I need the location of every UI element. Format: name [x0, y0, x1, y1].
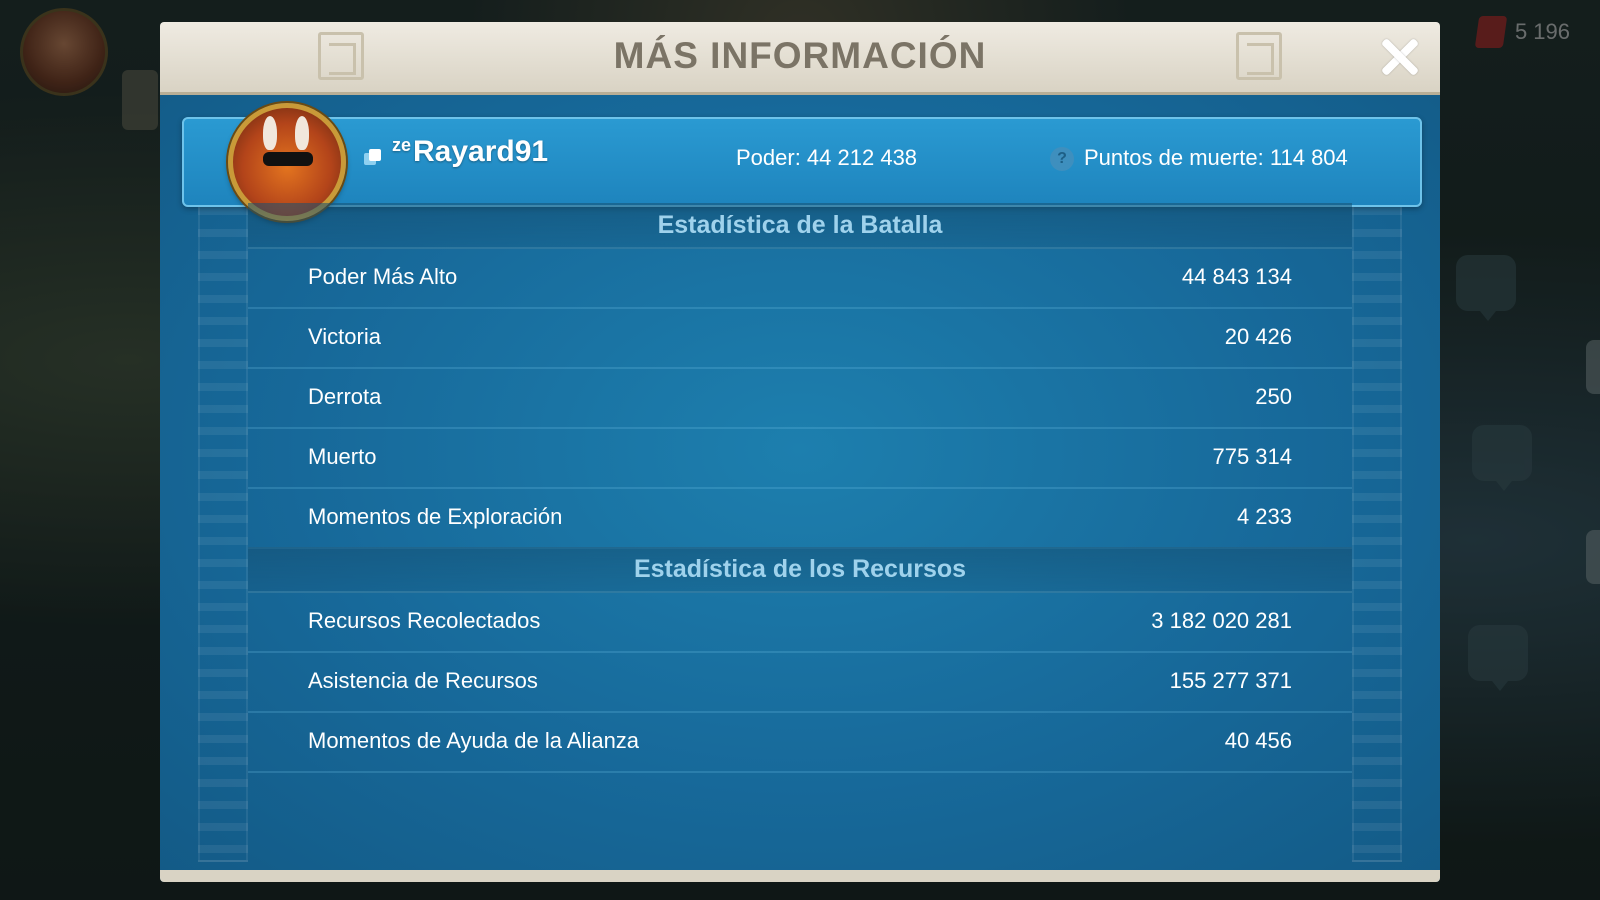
- resource-stats-header: Estadística de los Recursos: [248, 547, 1352, 593]
- player-name: zeRayard91: [392, 135, 548, 169]
- player-power: Poder: 44 212 438: [736, 145, 918, 170]
- stat-value: 250: [1255, 384, 1292, 409]
- help-icon[interactable]: ?: [1050, 147, 1074, 171]
- stat-value: 3 182 020 281: [1151, 608, 1292, 633]
- stat-row: Muerto 775 314: [248, 427, 1352, 489]
- stat-label: Derrota: [308, 384, 382, 409]
- stat-row: Poder Más Alto 44 843 134: [248, 247, 1352, 309]
- stat-label: Poder Más Alto: [308, 264, 458, 289]
- stat-row: Victoria 20 426: [248, 307, 1352, 369]
- death-points: Puntos de muerte: 114 804: [1084, 145, 1348, 170]
- stat-value: 44 843 134: [1181, 264, 1292, 289]
- stat-label: Recursos Recolectados: [308, 608, 541, 633]
- stat-row: Momentos de Exploración 4 233: [248, 487, 1352, 549]
- stat-label: Momentos de Exploración: [308, 504, 563, 529]
- close-button[interactable]: [1378, 36, 1420, 78]
- dialog-body: zeRayard91 Poder: 44 212 438 ? Puntos de…: [160, 95, 1440, 882]
- stat-label: Asistencia de Recursos: [308, 668, 538, 693]
- dialog-title: MÁS INFORMACIÓN: [613, 35, 987, 76]
- player-profile-bar: zeRayard91 Poder: 44 212 438 ? Puntos de…: [182, 103, 1422, 221]
- stat-row: Recursos Recolectados 3 182 020 281: [248, 591, 1352, 653]
- stat-row: Momentos de Ayuda de la Alianza 40 456: [248, 711, 1352, 773]
- stat-value: 775 314: [1212, 444, 1292, 469]
- stat-label: Victoria: [308, 324, 381, 349]
- battle-stats-header: Estadística de la Batalla: [248, 203, 1352, 249]
- avatar-ear: [263, 116, 277, 150]
- alliance-tag: ze: [392, 135, 412, 155]
- stat-value: 40 456: [1224, 728, 1292, 753]
- avatar-sunglasses: [263, 152, 313, 166]
- avatar-ear: [295, 116, 309, 150]
- copy-icon[interactable]: [364, 149, 382, 167]
- dialog-footer: [160, 870, 1440, 882]
- stat-label: Muerto: [308, 444, 377, 469]
- stat-value: 4 233: [1236, 504, 1292, 529]
- stat-row: Asistencia de Recursos 155 277 371: [248, 651, 1352, 713]
- stat-row: Derrota 250: [248, 367, 1352, 429]
- meander-border-left: [198, 205, 248, 862]
- more-info-dialog: MÁS INFORMACIÓN zeRayard91 Poder: 44 212…: [160, 22, 1440, 882]
- stat-label: Momentos de Ayuda de la Alianza: [308, 728, 640, 753]
- meander-border-right: [1352, 205, 1402, 862]
- dialog-header: MÁS INFORMACIÓN: [160, 22, 1440, 95]
- stat-value: 20 426: [1224, 324, 1292, 349]
- player-name-text: Rayard91: [413, 135, 549, 168]
- stat-value: 155 277 371: [1169, 668, 1292, 693]
